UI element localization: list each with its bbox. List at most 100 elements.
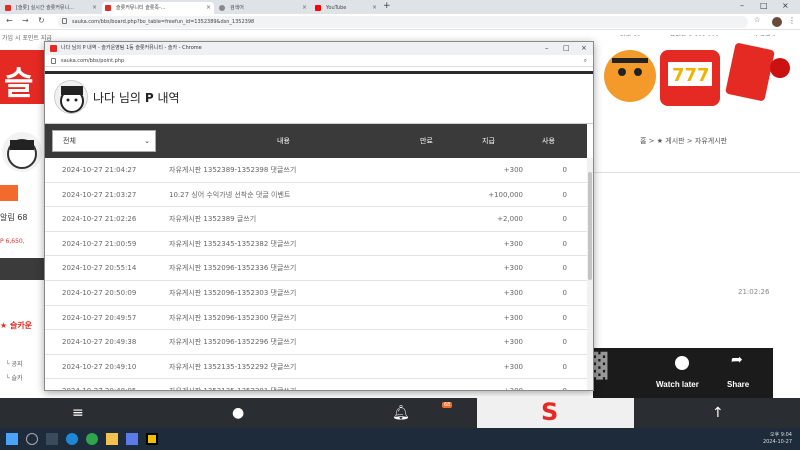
table-header: 전체 ⌄ 내용 만료 지급 사용	[45, 124, 587, 158]
row-amount: +300	[503, 264, 523, 273]
share-label[interactable]: Share	[727, 380, 749, 389]
reload-icon[interactable]: ↻	[38, 16, 45, 25]
new-tab-button[interactable]: +	[383, 1, 391, 11]
column-header-content: 내용	[277, 137, 290, 145]
row-used: 0	[562, 166, 567, 174]
browser-tabstrip: [슬롯] 실시간 슬롯커뮤니... × 슬롯커뮤니티 슬롯족-... × 검색어…	[0, 0, 800, 14]
close-icon[interactable]: ×	[302, 2, 307, 14]
row-description: 자유게시판 1352096-1352296 댓글쓰기	[169, 338, 297, 347]
table-row: 2024-10-27 20:49:57 자유게시판 1352096-1352300…	[45, 306, 587, 331]
row-description: 자유게시판 1352345-1352382 댓글쓰기	[169, 239, 297, 248]
minimize-icon[interactable]: –	[740, 1, 744, 10]
site-info-icon[interactable]	[62, 18, 67, 24]
clock-icon[interactable]	[675, 356, 689, 370]
folder-icon[interactable]	[106, 433, 118, 445]
user-avatar	[54, 80, 88, 114]
watch-later-label[interactable]: Watch later	[656, 380, 699, 389]
row-amount: +300	[503, 239, 523, 248]
row-description: 자유게시판 1352389-1352398 댓글쓰기	[169, 166, 297, 174]
youtube-embed[interactable]: ▓ Watch later ➦ Share	[589, 348, 773, 398]
left-dark-button[interactable]	[0, 258, 44, 280]
share-icon[interactable]: ➦	[731, 352, 743, 368]
popup-window-title: 나다 님의 P 내역 - 슬카운영팀 1등 슬롯커뮤니티 - 슬카 - Chro…	[61, 45, 202, 51]
edge-icon[interactable]	[66, 433, 78, 445]
minimize-icon[interactable]: –	[545, 42, 549, 55]
app-icon[interactable]	[126, 433, 138, 445]
site-info-icon[interactable]	[51, 58, 56, 64]
logo-mark: S	[541, 398, 559, 426]
row-amount: +300	[503, 288, 523, 297]
sidebar-item[interactable]: └ 슬카	[6, 372, 23, 386]
row-amount: +300	[503, 362, 523, 371]
row-date: 2024-10-27 20:48:05	[62, 379, 136, 390]
scrollbar-thumb[interactable]	[588, 172, 592, 280]
hamburger-icon: ≡	[72, 405, 84, 421]
svg-text:777: 777	[672, 65, 710, 86]
close-window-icon[interactable]: ×	[782, 1, 789, 10]
close-icon[interactable]: ×	[92, 2, 97, 14]
task-view-icon[interactable]	[46, 433, 58, 445]
popup-url-bar[interactable]: sauka.com/bbs/point.php ⌕	[45, 55, 593, 67]
close-icon[interactable]: ×	[581, 42, 587, 55]
row-used: 0	[562, 313, 567, 322]
maximize-icon[interactable]: □	[563, 42, 570, 55]
table-row: 2024-10-27 21:00:59 자유게시판 1352345-1352382…	[45, 232, 587, 257]
address-bar: ← → ↻ sauka.com/bbs/board.php?bo_table=f…	[0, 14, 800, 30]
row-amount: +2,000	[497, 215, 523, 224]
title-username: 나다 님의	[93, 91, 141, 105]
menu-button[interactable]: ≡	[0, 398, 160, 428]
table-row: 2024-10-27 20:49:38 자유게시판 1352096-1352296…	[45, 330, 587, 355]
star-icon[interactable]: ☆	[754, 16, 760, 24]
logo-text: 슬	[4, 64, 34, 102]
maximize-icon[interactable]: □	[760, 1, 768, 10]
site-logo[interactable]: 슬	[0, 50, 44, 104]
left-alerts[interactable]: 알림 68	[0, 212, 27, 223]
tab-slot-community[interactable]: [슬롯] 실시간 슬롯커뮤니... ×	[2, 2, 100, 14]
home-logo-button[interactable]: S	[477, 398, 634, 428]
youtube-icon	[315, 5, 321, 11]
chevron-down-icon: ⌄	[144, 137, 150, 145]
site-favicon-icon	[50, 45, 57, 52]
row-used: 0	[563, 379, 567, 390]
menu-icon[interactable]: ⋮	[788, 16, 796, 25]
column-header-used: 사용	[542, 137, 555, 145]
profile-button[interactable]: ●	[160, 398, 320, 428]
tab-youtube[interactable]: YouTube ×	[312, 2, 380, 14]
row-used: 0	[562, 190, 567, 199]
popup-titlebar: 나다 님의 P 내역 - 슬카운영팀 1등 슬롯커뮤니티 - 슬카 - Chro…	[45, 42, 593, 55]
row-amount: +100,000	[488, 190, 523, 199]
windows-start-icon[interactable]	[6, 433, 18, 445]
app-icon[interactable]	[146, 433, 158, 445]
row-amount: +300	[504, 379, 523, 390]
breadcrumb: 홈 > ★ 게시판 > 자유게시판	[640, 137, 728, 145]
row-description: 자유게시판 1352096-1352336 댓글쓰기	[169, 264, 297, 273]
page-title: 나다 님의 P 내역	[93, 89, 180, 106]
table-row: 2024-10-27 20:55:14 자유게시판 1352096-1352336…	[45, 256, 587, 281]
divider	[45, 71, 593, 74]
back-icon[interactable]: ←	[6, 16, 13, 25]
tab-slotjok[interactable]: 슬롯커뮤니티 슬롯족-... ×	[102, 2, 214, 14]
profile-avatar[interactable]	[772, 17, 782, 27]
filter-select[interactable]: 전체 ⌄	[52, 130, 156, 152]
tab-search[interactable]: 검색어 ×	[216, 2, 310, 14]
person-icon: ●	[232, 405, 245, 421]
search-icon[interactable]	[26, 433, 38, 445]
tab-label: [슬롯] 실시간 슬롯커뮤니...	[16, 5, 74, 11]
row-used: 0	[562, 362, 567, 371]
chrome-icon[interactable]	[86, 433, 98, 445]
url-field[interactable]: sauka.com/bbs/board.php?bo_table=freefun…	[58, 16, 748, 28]
bottom-nav: ≡ ● 🔔︎ 68 S ↑	[0, 398, 800, 428]
clock[interactable]: 오후 9:04 2024-10-27	[763, 432, 792, 446]
row-date: 2024-10-27 21:02:26	[62, 215, 137, 224]
search-icon[interactable]: ⌕	[584, 55, 587, 67]
row-date: 2024-10-27 20:55:14	[62, 264, 137, 273]
sidebar-item[interactable]: └ 공지	[6, 358, 23, 372]
close-icon[interactable]: ×	[206, 2, 211, 14]
popup-url-text: sauka.com/bbs/point.php	[61, 58, 125, 64]
scroll-top-button[interactable]: ↑	[640, 398, 800, 428]
tiger-slot-banner: 777	[590, 36, 795, 112]
forward-icon[interactable]: →	[22, 16, 29, 25]
notification-button[interactable]: 🔔︎	[320, 398, 480, 428]
close-icon[interactable]: ×	[372, 2, 377, 14]
row-date: 2024-10-27 21:00:59	[62, 239, 137, 248]
